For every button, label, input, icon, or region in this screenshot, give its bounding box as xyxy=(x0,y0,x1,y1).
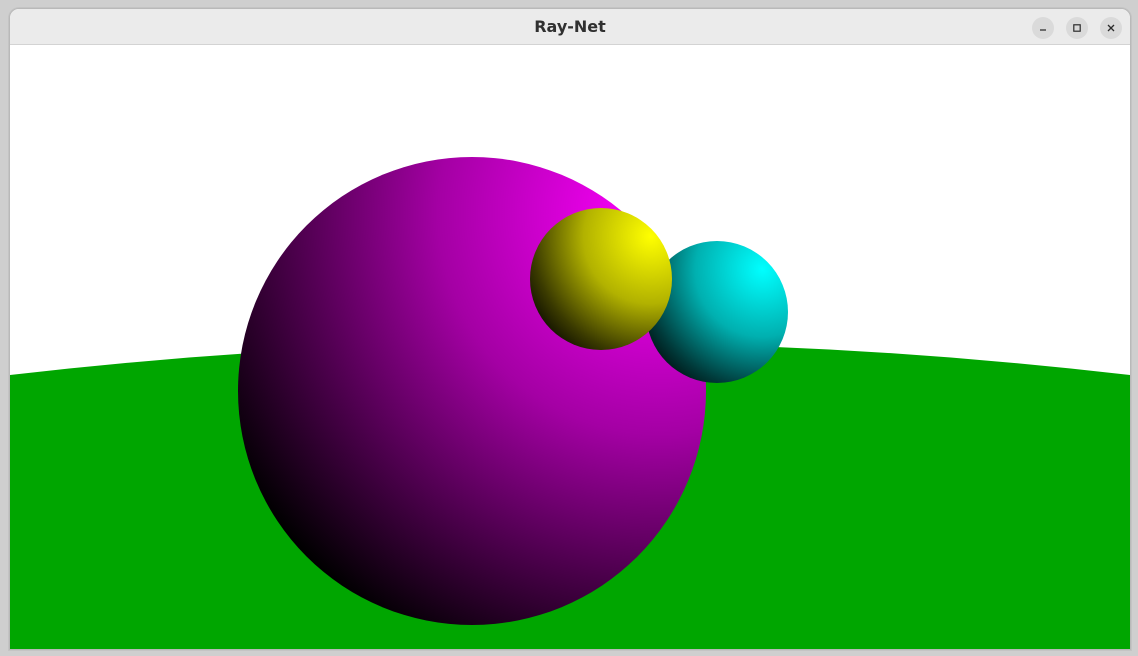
maximize-button[interactable] xyxy=(1066,17,1088,39)
title-bar[interactable]: Ray-Net xyxy=(10,9,1130,45)
close-icon xyxy=(1106,23,1116,33)
minimize-button[interactable] xyxy=(1032,17,1054,39)
small-sphere-yellow xyxy=(530,208,672,350)
close-button[interactable] xyxy=(1100,17,1122,39)
app-window: Ray-Net xyxy=(9,8,1131,650)
window-title: Ray-Net xyxy=(534,17,606,36)
scene-canvas xyxy=(10,45,1130,649)
minimize-icon xyxy=(1038,23,1048,33)
render-viewport[interactable] xyxy=(10,45,1130,649)
maximize-icon xyxy=(1072,23,1082,33)
